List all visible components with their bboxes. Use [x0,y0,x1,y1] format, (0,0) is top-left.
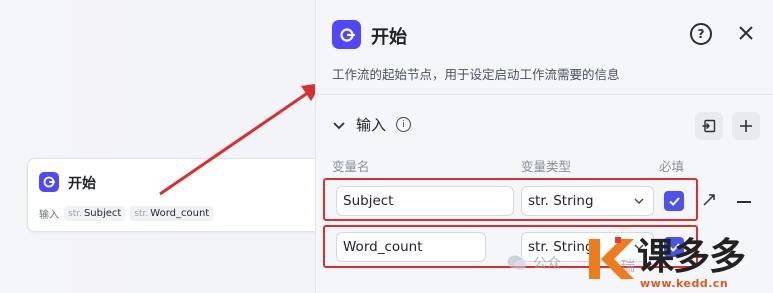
add-variable-button[interactable] [732,112,760,140]
brand-url: www.kedd.cn [640,277,729,290]
brand-name: 课多多 [637,235,746,278]
start-icon [332,20,361,49]
input-section-header[interactable]: 输入 i [332,114,412,135]
column-header-required: 必填 [659,159,685,174]
import-icon [702,119,716,133]
wechat-icon [507,255,526,270]
remove-variable-icon[interactable] [737,201,751,203]
close-icon[interactable] [735,22,757,44]
start-node-title: 开始 [68,176,96,192]
chevron-down-icon[interactable] [332,118,346,132]
help-icon[interactable]: ? [690,23,712,45]
plus-icon [740,120,752,132]
node-input-tag: str. Word_count [130,206,214,221]
start-node-inputs: 输入 str. Subject str. Word_count [39,206,214,221]
divider [316,94,773,95]
node-input-label: 输入 [39,210,59,221]
chevron-down-icon [634,198,644,204]
variable-name-input[interactable]: Subject [336,186,514,216]
variable-type-select[interactable]: str. String [521,186,654,216]
section-title: 输入 [356,116,387,134]
info-icon[interactable]: i [396,117,412,132]
watermark-text: 公众 [533,256,561,272]
import-button[interactable] [695,112,723,140]
column-header-name: 变量名 [332,159,370,174]
required-checkbox[interactable] [664,191,684,211]
panel-description: 工作流的起始节点，用于设定启动工作流需要的信息 [332,67,620,82]
start-node[interactable]: 开始 输入 str. Subject str. Word_count [27,158,327,232]
brand-k-icon [589,237,634,279]
expand-icon[interactable] [702,193,716,207]
check-icon [668,196,680,206]
variable-name-input[interactable]: Word_count [336,232,486,262]
variable-type-value: str. String [528,193,594,209]
start-node-icon [39,172,59,192]
panel-title: 开始 [371,27,407,48]
node-input-tag: str. Subject [64,206,126,221]
column-header-type: 变量类型 [521,159,572,174]
